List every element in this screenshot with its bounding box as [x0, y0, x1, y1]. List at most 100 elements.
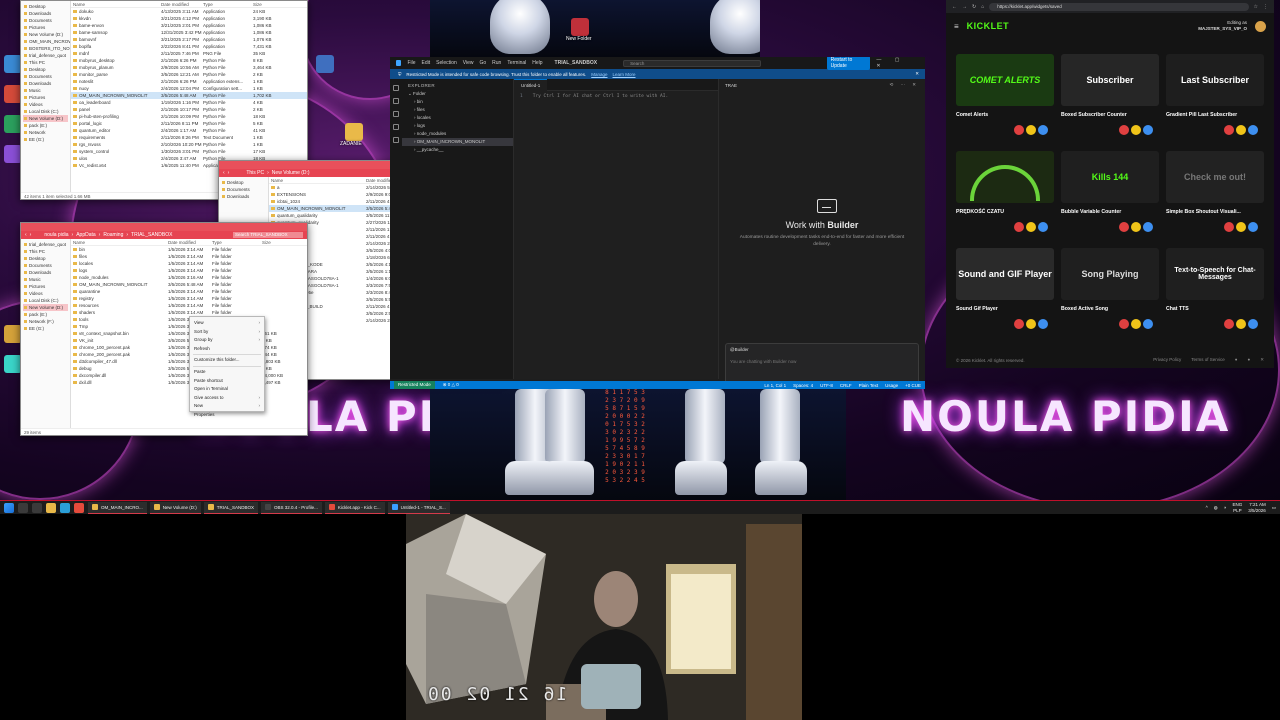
widget-thumbnail[interactable]: COMET ALERTS [956, 54, 1054, 106]
edit-icon[interactable] [1026, 319, 1036, 329]
nav-item[interactable]: Music [23, 276, 68, 283]
table-row[interactable]: rgs_rsvoss 2/10/2026 10:20 PM Python File 1… [71, 141, 307, 148]
table-row[interactable]: requirements 2/11/2026 8:26 PM Text Docume… [71, 134, 307, 141]
col-date[interactable]: Date modified [168, 239, 212, 245]
avatar[interactable] [1255, 20, 1266, 32]
address-bar[interactable]: ‹ › noula pidia › AppData › Roaming › TR… [21, 231, 307, 239]
nav-item[interactable]: Documents [23, 262, 68, 269]
widget-thumbnail[interactable] [956, 151, 1054, 203]
chrome-icon[interactable] [74, 502, 84, 513]
widget-thumbnail[interactable]: Text-to-Speech for Chat-Messages [1166, 248, 1264, 300]
status-item[interactable]: Usage [885, 383, 898, 388]
table-row[interactable]: noteslit 2/1/2026 6:26 PM Application exte… [71, 78, 307, 85]
update-button[interactable]: Restart to Update [826, 57, 871, 70]
copy-link-icon[interactable] [1143, 125, 1153, 135]
widget-thumbnail[interactable]: Last Subscriber [1166, 54, 1264, 106]
col-type[interactable]: Type [203, 1, 253, 7]
menu-help[interactable]: Help [532, 60, 542, 66]
table-row[interactable]: bame-envon 3/21/2025 2:01 PM Application 1,… [71, 22, 307, 29]
taskbar-app[interactable]: TRIAL_SANDBOX [203, 501, 259, 514]
restricted-mode-status[interactable]: Restricted Mode [394, 381, 435, 389]
menu-item-paste[interactable]: Paste [190, 368, 264, 377]
status-item[interactable]: Plain Text [859, 383, 878, 388]
col-type[interactable]: Type [212, 239, 262, 245]
back-icon[interactable]: ← [952, 4, 957, 10]
taskbar-app[interactable]: New Volume (D:) [149, 501, 201, 514]
volume-icon[interactable]: ◗ [1224, 505, 1227, 510]
tree-item[interactable]: › OM_MAIN_INCROWN_MONOLIT [402, 138, 513, 146]
menu-file[interactable]: File [407, 60, 415, 66]
taskbar-app[interactable]: Kicklet.app - Kick C... [324, 501, 385, 514]
edge-icon[interactable] [60, 502, 70, 513]
folder-icon[interactable] [571, 18, 589, 36]
nav-item[interactable]: Network [23, 129, 68, 136]
tab-untitled[interactable]: Untitled-1 [514, 78, 548, 91]
lang-2[interactable]: PLP [1232, 508, 1242, 514]
widget-card[interactable]: Kills 144 Bubble Variable Counter [1061, 151, 1159, 244]
menu-icon[interactable]: ⋮ [1263, 4, 1268, 10]
discord-icon[interactable]: ● [1235, 357, 1238, 363]
editor-area[interactable]: Untitled-1 1 Try Ctrl I for AI chat or Ct… [514, 78, 719, 379]
menu-item-new[interactable]: New [190, 402, 264, 411]
copy-link-icon[interactable] [1143, 319, 1153, 329]
widget-card[interactable]: Last Subscriber Gradient Pill Last Subscr… [1166, 54, 1264, 147]
nav-item[interactable]: This PC [23, 59, 68, 66]
nav-item[interactable]: Pictures [23, 24, 68, 31]
nav-item[interactable]: Desktop [23, 66, 68, 73]
reload-icon[interactable]: ↻ [972, 4, 976, 10]
tree-item[interactable]: › logs [402, 122, 513, 130]
nav-item[interactable]: OMI_MAIN_INCROWN [23, 38, 70, 45]
taskbar-app[interactable]: Untitled-1 - TRIAL_S... [387, 501, 450, 514]
menu-item-open-terminal[interactable]: Open in Terminal [190, 385, 264, 394]
table-row[interactable]: registry 1/5/2026 3:14 AM File folder [71, 295, 307, 302]
explorer-icon[interactable] [46, 502, 56, 513]
breadcrumb-item[interactable]: This PC [246, 170, 264, 176]
table-row[interactable]: boplfa 2/22/2026 8:41 PM Application 7,431 … [71, 43, 307, 50]
chat-placeholder[interactable]: You are chatting with Builder now [726, 355, 918, 368]
title-bar[interactable] [21, 223, 307, 231]
table-row[interactable]: bin 1/5/2026 3:14 AM File folder [71, 246, 307, 253]
copy-link-icon[interactable] [1038, 125, 1048, 135]
table-row[interactable]: bamovnf 3/21/2025 2:17 PM Application 1,076… [71, 36, 307, 43]
forward-icon[interactable]: › [228, 170, 230, 176]
table-row[interactable]: pi-hub-sten-profiling 2/1/2026 10:09 PM Py… [71, 113, 307, 120]
nav-item[interactable]: trial_defense_quot [23, 52, 68, 59]
tray-chevron-icon[interactable]: ^ [1206, 505, 1208, 510]
col-size[interactable]: Size [253, 1, 283, 7]
widget-card[interactable]: Text-to-Speech for Chat-Messages Chat TTS [1166, 248, 1264, 341]
edit-icon[interactable] [1131, 319, 1141, 329]
files-icon[interactable] [393, 85, 399, 91]
lang-1[interactable]: ENG [1232, 502, 1242, 508]
breadcrumb-item[interactable]: New Volume (D:) [272, 170, 310, 176]
forward-icon[interactable]: → [962, 4, 967, 10]
table-row[interactable]: resources 1/5/2026 3:14 AM File folder [71, 302, 307, 309]
source-control-icon[interactable] [393, 111, 399, 117]
edit-icon[interactable] [1131, 222, 1141, 232]
nav-item[interactable]: Downloads [221, 193, 266, 200]
menu-view[interactable]: View [463, 60, 474, 66]
menu-item-properties[interactable]: Properties [190, 411, 264, 420]
nav-item[interactable]: pack (E:) [23, 122, 68, 129]
table-row[interactable]: quantum_editor 2/4/2026 1:17 AM Python Fil… [71, 127, 307, 134]
delete-icon[interactable] [1224, 319, 1234, 329]
nav-item[interactable]: Documents [23, 17, 68, 24]
menu-item-view[interactable]: View [190, 319, 264, 328]
kick-icon[interactable]: ● [1248, 357, 1251, 363]
nav-item[interactable]: Videos [23, 290, 68, 297]
nav-item[interactable]: Downloads [23, 80, 68, 87]
tree-item[interactable]: › __pycache__ [402, 146, 513, 154]
banner-learn-link[interactable]: Learn More [613, 72, 636, 77]
privacy-link[interactable]: Privacy Policy [1153, 357, 1181, 363]
menu-go[interactable]: Go [479, 60, 486, 66]
widget-thumbnail[interactable]: Song Playing [1061, 248, 1159, 300]
menu-item-give-access[interactable]: Give access to [190, 394, 264, 403]
copy-link-icon[interactable] [1248, 222, 1258, 232]
menu-terminal[interactable]: Terminal [507, 60, 526, 66]
copy-link-icon[interactable] [1143, 222, 1153, 232]
run-debug-icon[interactable] [393, 124, 399, 130]
table-row[interactable]: dokuko 4/13/2025 3:11 AM Application 24 KB [71, 8, 307, 15]
notification-icon[interactable]: ▭ [1272, 505, 1276, 511]
col-name[interactable]: Name [271, 177, 366, 183]
kicklet-logo[interactable]: KICKLET [967, 21, 1010, 31]
table-row[interactable]: mobyrus_desktop 2/1/2026 6:26 PM Python Fi… [71, 57, 307, 64]
